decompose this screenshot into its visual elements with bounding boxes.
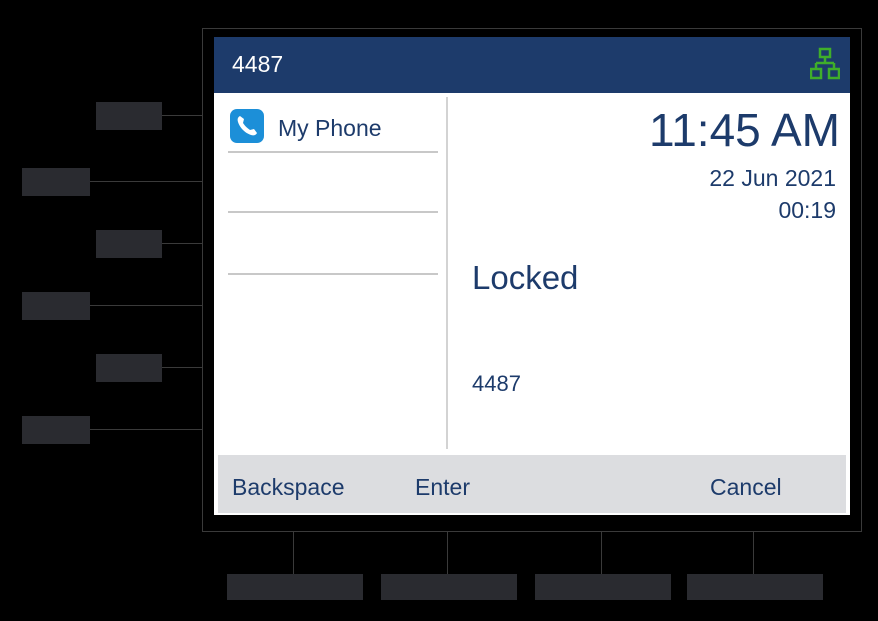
unlock-entry: 4487 <box>472 371 521 396</box>
hw-line-key-5-leader <box>162 367 202 368</box>
hw-softkey-2[interactable] <box>381 574 517 600</box>
softkey-bar: Backspace Enter Cancel <box>218 455 846 513</box>
backspace-softkey[interactable]: Backspace <box>232 474 345 501</box>
call-duration: 00:19 <box>778 197 836 223</box>
hw-line-key-1-leader <box>162 115 202 116</box>
phone-icon <box>230 109 264 143</box>
hw-line-key-4[interactable] <box>22 292 90 320</box>
line-keys-panel: My Phone <box>214 93 446 453</box>
hw-softkey-1[interactable] <box>227 574 363 600</box>
network-icon <box>810 47 840 80</box>
hw-line-key-3[interactable] <box>96 230 162 258</box>
hw-line-key-3-leader <box>162 243 202 244</box>
hw-softkey-2-leader <box>447 532 448 574</box>
phone-screen: 4487 My Phone 11:45 AM 22 Jun 2021 00:19… <box>214 37 850 515</box>
hw-line-key-2[interactable] <box>22 168 90 196</box>
hw-softkey-1-leader <box>293 532 294 574</box>
panel-divider <box>446 97 448 449</box>
hw-line-key-1[interactable] <box>96 102 162 130</box>
line-key-my-phone[interactable]: My Phone <box>228 97 438 153</box>
line-key-3[interactable] <box>228 219 438 275</box>
hw-line-key-4-leader <box>90 305 202 306</box>
clock-time: 11:45 AM <box>649 104 840 156</box>
lock-status: Locked <box>472 259 579 296</box>
hw-line-key-6[interactable] <box>22 416 90 444</box>
hw-softkey-4-leader <box>753 532 754 574</box>
line-key-label: My Phone <box>278 115 382 141</box>
enter-softkey[interactable]: Enter <box>415 474 470 501</box>
clock-date: 22 Jun 2021 <box>709 165 836 191</box>
hw-line-key-6-leader <box>90 429 202 430</box>
hw-softkey-4[interactable] <box>687 574 823 600</box>
line-key-2[interactable] <box>228 157 438 213</box>
hw-line-key-2-leader <box>90 181 202 182</box>
hw-softkey-3-leader <box>601 532 602 574</box>
cancel-softkey[interactable]: Cancel <box>710 474 782 501</box>
hw-line-key-5[interactable] <box>96 354 162 382</box>
hw-softkey-3[interactable] <box>535 574 671 600</box>
extension-number: 4487 <box>232 51 284 77</box>
title-bar: 4487 <box>214 37 850 93</box>
